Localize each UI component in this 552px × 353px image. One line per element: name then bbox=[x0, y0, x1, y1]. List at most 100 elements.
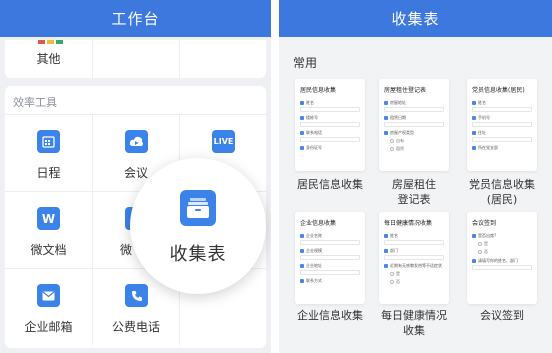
radio-icon bbox=[390, 272, 394, 276]
preview-field-label: 手机号 bbox=[478, 115, 490, 120]
preview-field: 租赁日期 bbox=[384, 115, 444, 121]
template-preview-title: 党员信息收集(居民) bbox=[472, 87, 525, 94]
preview-field: 房屋产权类型 bbox=[384, 130, 444, 136]
preview-option: 否 bbox=[390, 279, 444, 285]
field-marker-icon bbox=[300, 101, 304, 105]
preview-field: 所在党支部 bbox=[472, 145, 532, 151]
tool-label: 企业邮箱 bbox=[24, 320, 73, 334]
template-preview-title: 房屋租住登记表 bbox=[384, 87, 427, 94]
field-marker-icon bbox=[300, 249, 304, 253]
preview-option-label: 否 bbox=[484, 249, 488, 254]
collect-form-screen: 收集表 常用 居民信息收集 姓名 楼栋号 联系电话 身份证号 居民信息收集 房屋… bbox=[279, 0, 552, 353]
radio-icon bbox=[390, 139, 394, 143]
preview-field: 企业名称 bbox=[300, 233, 360, 239]
phone-icon bbox=[125, 284, 148, 307]
preview-input bbox=[384, 107, 444, 112]
app-tile-other[interactable]: 其他 bbox=[5, 40, 92, 78]
magnifier-collect-form[interactable]: 收集表 bbox=[130, 158, 266, 294]
preview-field-label: 是否出席? bbox=[478, 233, 497, 238]
radio-icon bbox=[478, 242, 482, 246]
app-tile-empty bbox=[92, 40, 179, 78]
grid-colored-icon-part bbox=[56, 40, 63, 44]
preview-field: 企业地址 bbox=[300, 263, 360, 269]
field-marker-icon bbox=[300, 279, 304, 283]
preview-field-label: 联系电话 bbox=[306, 130, 322, 135]
collect-form-title: 收集表 bbox=[391, 10, 440, 28]
template-card-party-member[interactable]: 党员信息收集(居民) 姓名 手机号 住址 所在党支部 bbox=[467, 79, 537, 171]
field-marker-icon bbox=[384, 264, 388, 268]
radio-icon bbox=[390, 147, 394, 151]
tool-label: 公费电话 bbox=[111, 320, 160, 334]
radio-icon bbox=[478, 250, 482, 254]
field-marker-icon bbox=[472, 146, 476, 150]
preview-field: 近期有无咳嗽发热等不适症状 bbox=[384, 263, 444, 269]
grid-colored-icon-part bbox=[47, 40, 54, 44]
tool-tile-schedule[interactable]: 日程 bbox=[5, 114, 92, 191]
preview-option-label: 否 bbox=[396, 279, 400, 284]
preview-field: 楼栋号 bbox=[300, 115, 360, 121]
field-marker-icon bbox=[472, 234, 476, 238]
template-card-daily-health[interactable]: 每日健康情况收集 姓名 部门 近期有无咳嗽发热等不适症状 是 否 bbox=[379, 212, 449, 304]
template-preview-title: 居民信息收集 bbox=[300, 87, 337, 94]
tool-label: 日程 bbox=[36, 166, 61, 180]
collect-form-icon bbox=[180, 190, 216, 226]
preview-option: 租赁 bbox=[390, 146, 444, 152]
preview-field: 企业规模 bbox=[300, 248, 360, 254]
preview-field-label: 房屋地址 bbox=[390, 100, 406, 105]
preview-field: 房屋地址 bbox=[384, 100, 444, 106]
preview-option-label: 是 bbox=[396, 271, 400, 276]
preview-option-label: 租赁 bbox=[396, 146, 404, 151]
preview-field: 姓名 bbox=[472, 100, 532, 106]
preview-field: 姓名 bbox=[384, 233, 444, 239]
field-marker-icon bbox=[300, 234, 304, 238]
field-marker-icon bbox=[472, 101, 476, 105]
field-marker-icon bbox=[472, 131, 476, 135]
top-apps-row: 其他 bbox=[5, 40, 266, 78]
preview-field: 联系方式 bbox=[300, 278, 360, 284]
app-tile-empty bbox=[179, 40, 266, 78]
radio-icon bbox=[390, 280, 394, 284]
field-marker-icon bbox=[300, 131, 304, 135]
preview-field-label: 企业地址 bbox=[306, 263, 322, 268]
preview-option-label: 是 bbox=[484, 241, 488, 246]
preview-field-label: 姓名 bbox=[478, 100, 486, 105]
template-name: 会议签到 bbox=[480, 309, 524, 322]
w-document-icon: W bbox=[37, 207, 60, 230]
preview-field-label: 企业名称 bbox=[306, 233, 322, 238]
template-card-meeting-checkin[interactable]: 会议签到 是否出席? 是 否 请填写你的姓名、部门 bbox=[467, 212, 537, 304]
template-card-resident[interactable]: 居民信息收集 姓名 楼栋号 联系电话 身份证号 bbox=[295, 79, 365, 171]
field-marker-icon bbox=[384, 101, 388, 105]
preview-field-label: 房屋产权类型 bbox=[390, 130, 414, 135]
tool-tile-mail[interactable]: 企业邮箱 bbox=[5, 268, 92, 345]
mail-icon bbox=[37, 284, 60, 307]
field-marker-icon bbox=[384, 249, 388, 253]
preview-option: 是 bbox=[390, 271, 444, 277]
preview-field-label: 企业规模 bbox=[306, 248, 322, 253]
field-marker-icon bbox=[472, 259, 476, 263]
template-name: 党员信息收集 (居民) bbox=[469, 178, 535, 206]
preview-field: 部门 bbox=[384, 248, 444, 254]
preview-input bbox=[384, 122, 444, 127]
preview-field: 请填写你的姓名、部门 bbox=[472, 258, 532, 264]
field-marker-icon bbox=[300, 146, 304, 150]
template-card-enterprise[interactable]: 企业信息收集 企业名称 企业规模 企业地址 联系方式 bbox=[295, 212, 365, 304]
preview-field-label: 身份证号 bbox=[306, 145, 322, 150]
field-marker-icon bbox=[300, 116, 304, 120]
preview-field-label: 所在党支部 bbox=[478, 145, 498, 150]
magnifier-label: 收集表 bbox=[169, 244, 227, 265]
preview-input bbox=[472, 107, 532, 112]
preview-field: 身份证号 bbox=[300, 145, 360, 151]
preview-input bbox=[300, 137, 360, 142]
grid-colored-icon bbox=[38, 40, 45, 44]
workbench-screen: 工作台 其他 效率工具 日程 会议 LIVE W 微文档 微 企业邮箱 公费电话… bbox=[0, 0, 271, 353]
preview-input bbox=[300, 270, 360, 275]
preview-field: 联系电话 bbox=[300, 130, 360, 136]
app-label: 其他 bbox=[36, 52, 61, 66]
field-marker-icon bbox=[384, 131, 388, 135]
template-card-rental[interactable]: 房屋租住登记表 房屋地址 租赁日期 房屋产权类型 自有 租赁 bbox=[379, 79, 449, 171]
preview-field-label: 住址 bbox=[478, 130, 486, 135]
field-marker-icon bbox=[300, 264, 304, 268]
preview-input bbox=[472, 265, 532, 270]
template-name: 居民信息收集 bbox=[297, 178, 363, 191]
preview-field-label: 姓名 bbox=[306, 100, 314, 105]
